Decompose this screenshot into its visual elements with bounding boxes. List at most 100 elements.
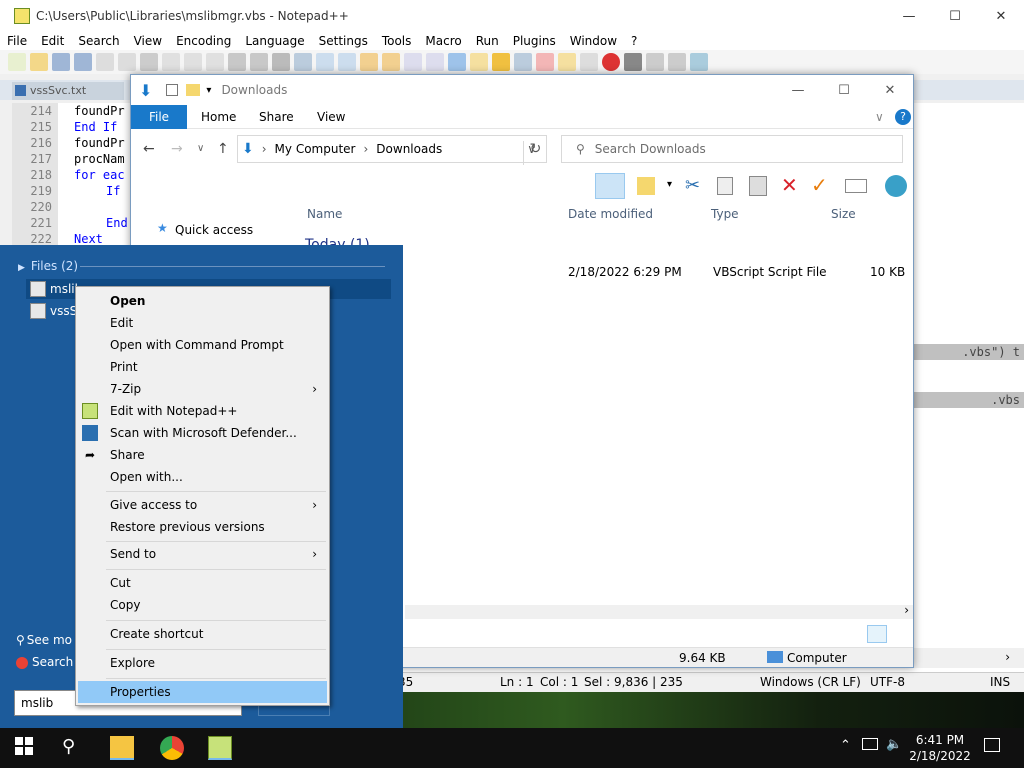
paste-icon[interactable] bbox=[749, 176, 767, 196]
address-bar[interactable]: ⬇ › My Computer › Downloads ∨ bbox=[237, 135, 547, 163]
menu-language[interactable]: Language bbox=[238, 32, 311, 50]
open-file-icon[interactable] bbox=[30, 53, 48, 71]
menu-item-scan-defender[interactable]: Scan with Microsoft Defender... bbox=[78, 422, 327, 444]
taskbar-clock[interactable]: 6:41 PM 2/18/2022 bbox=[900, 732, 980, 764]
ribbon-tab-file[interactable]: File bbox=[131, 105, 187, 129]
menu-item-share[interactable]: ➦ Share bbox=[78, 444, 327, 466]
chrome-icon[interactable] bbox=[160, 736, 184, 760]
new-file-icon[interactable] bbox=[8, 53, 26, 71]
close-all-icon[interactable] bbox=[118, 53, 136, 71]
play-multiple-icon[interactable] bbox=[668, 53, 686, 71]
column-name[interactable]: Name bbox=[307, 207, 342, 221]
menu-item-copy[interactable]: Copy bbox=[78, 594, 327, 616]
monitoring-icon[interactable] bbox=[580, 53, 598, 71]
menu-item-edit[interactable]: Edit bbox=[78, 312, 327, 334]
close-file-icon[interactable] bbox=[96, 53, 114, 71]
redo-icon[interactable] bbox=[250, 53, 268, 71]
menu-tools[interactable]: Tools bbox=[375, 32, 419, 50]
save-macro-icon[interactable] bbox=[690, 53, 708, 71]
menu-item-cut[interactable]: Cut bbox=[78, 572, 327, 594]
details-view-icon[interactable] bbox=[867, 625, 887, 643]
ribbon-tab-view[interactable]: View bbox=[317, 105, 345, 129]
save-icon[interactable] bbox=[52, 53, 70, 71]
copy-icon[interactable] bbox=[184, 53, 202, 71]
preview-pane-icon[interactable] bbox=[595, 173, 625, 199]
menu-search[interactable]: Search bbox=[71, 32, 126, 50]
copy-icon[interactable] bbox=[717, 177, 733, 195]
menu-item-restore-versions[interactable]: Restore previous versions bbox=[78, 516, 327, 538]
windows-start-icon[interactable] bbox=[14, 736, 38, 760]
column-type[interactable]: Type bbox=[711, 207, 739, 221]
menu-item-7zip[interactable]: 7-Zip › bbox=[78, 378, 327, 400]
menu-settings[interactable]: Settings bbox=[312, 32, 375, 50]
doc-map-icon[interactable] bbox=[492, 53, 510, 71]
scroll-right-icon[interactable]: › bbox=[904, 603, 909, 617]
menu-plugins[interactable]: Plugins bbox=[506, 32, 563, 50]
new-dropdown-icon[interactable]: ▾ bbox=[667, 179, 672, 190]
help-icon[interactable]: ? bbox=[895, 109, 911, 125]
cut-icon[interactable]: ✂ bbox=[685, 175, 700, 196]
column-date-modified[interactable]: Date modified bbox=[568, 207, 653, 221]
nav-quick-access[interactable]: Quick access bbox=[175, 223, 253, 237]
menu-view[interactable]: View bbox=[127, 32, 169, 50]
undo-icon[interactable] bbox=[228, 53, 246, 71]
network-icon[interactable] bbox=[862, 738, 878, 750]
menu-item-open-with[interactable]: Open with... bbox=[78, 466, 327, 488]
menu-encoding[interactable]: Encoding bbox=[169, 32, 238, 50]
breadcrumb-downloads[interactable]: Downloads bbox=[376, 142, 442, 156]
close-button[interactable]: ✕ bbox=[978, 0, 1024, 32]
explorer-minimize-button[interactable]: — bbox=[775, 74, 821, 106]
qat-dropdown-icon[interactable]: ▾ bbox=[206, 85, 211, 96]
cut-icon[interactable] bbox=[162, 53, 180, 71]
menu-item-send-to[interactable]: Send to › bbox=[78, 543, 327, 565]
maximize-button[interactable]: ☐ bbox=[932, 0, 978, 32]
back-arrow-icon[interactable]: ← bbox=[143, 141, 155, 157]
record-macro-icon[interactable] bbox=[602, 53, 620, 71]
function-list-icon[interactable] bbox=[536, 53, 554, 71]
folder-qat-icon[interactable] bbox=[186, 84, 201, 96]
save-all-icon[interactable] bbox=[74, 53, 92, 71]
menu-file[interactable]: File bbox=[0, 32, 34, 50]
delete-icon[interactable]: ✕ bbox=[781, 173, 798, 197]
menu-item-open-cmd[interactable]: Open with Command Prompt bbox=[78, 334, 327, 356]
sync-scroll-h-icon[interactable] bbox=[382, 53, 400, 71]
expand-ribbon-icon[interactable]: ∨ bbox=[875, 105, 884, 129]
new-folder-icon[interactable] bbox=[637, 177, 655, 195]
properties-qat-icon[interactable] bbox=[166, 84, 179, 96]
menu-item-give-access[interactable]: Give access to › bbox=[78, 494, 327, 516]
folder-workspace-icon[interactable] bbox=[558, 53, 576, 71]
zoom-out-icon[interactable] bbox=[338, 53, 356, 71]
replace-icon[interactable] bbox=[294, 53, 312, 71]
zoom-in-icon[interactable] bbox=[316, 53, 334, 71]
menu-edit[interactable]: Edit bbox=[34, 32, 71, 50]
play-macro-icon[interactable] bbox=[646, 53, 664, 71]
files-group-header[interactable]: ▶ Files (2) bbox=[18, 259, 78, 273]
tab-vsssvc[interactable]: vssSvc.txt bbox=[12, 82, 124, 100]
search-box[interactable]: ⚲ Search Downloads bbox=[561, 135, 903, 163]
up-arrow-icon[interactable]: ↑ bbox=[217, 141, 229, 157]
show-hidden-icons-icon[interactable]: ⌃ bbox=[840, 738, 851, 753]
properties-icon[interactable] bbox=[845, 179, 867, 193]
menu-run[interactable]: Run bbox=[469, 32, 506, 50]
sync-scroll-icon[interactable] bbox=[360, 53, 378, 71]
show-all-chars-icon[interactable] bbox=[426, 53, 444, 71]
menu-item-print[interactable]: Print bbox=[78, 356, 327, 378]
ribbon-tab-share[interactable]: Share bbox=[259, 105, 294, 129]
refresh-icon[interactable]: ↻ bbox=[523, 141, 547, 165]
ribbon-tab-home[interactable]: Home bbox=[201, 105, 236, 129]
menu-macro[interactable]: Macro bbox=[418, 32, 468, 50]
large-icons-view-icon[interactable] bbox=[891, 625, 911, 643]
explorer-maximize-button[interactable]: ☐ bbox=[821, 74, 867, 106]
menu-item-properties[interactable]: Properties bbox=[78, 681, 327, 703]
search-icon[interactable]: ⚲ bbox=[62, 736, 86, 760]
action-center-icon[interactable] bbox=[984, 738, 1000, 752]
horizontal-scrollbar[interactable]: › bbox=[914, 648, 1024, 668]
notepadpp-icon[interactable] bbox=[208, 736, 232, 760]
menu-item-explore[interactable]: Explore bbox=[78, 652, 327, 674]
menu-item-create-shortcut[interactable]: Create shortcut bbox=[78, 623, 327, 645]
breadcrumb-my-computer[interactable]: My Computer bbox=[275, 142, 356, 156]
globe-icon[interactable] bbox=[885, 175, 907, 197]
print-icon[interactable] bbox=[140, 53, 158, 71]
menu-window[interactable]: Window bbox=[563, 32, 624, 50]
column-size[interactable]: Size bbox=[831, 207, 856, 221]
